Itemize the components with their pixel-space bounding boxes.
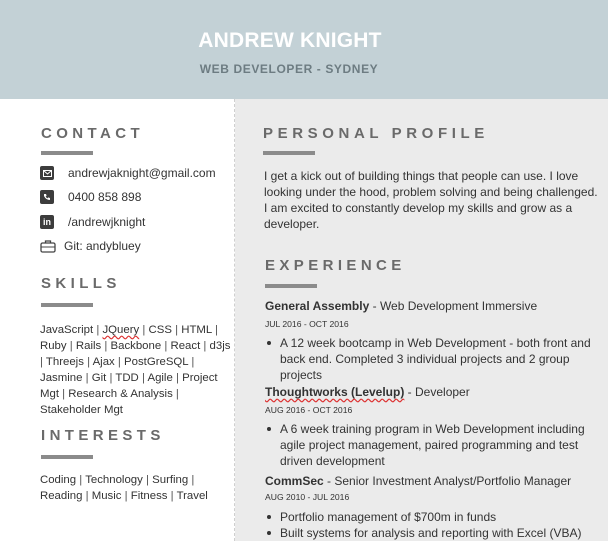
interests-heading-bar xyxy=(41,455,93,459)
tag-item: Coding xyxy=(40,474,77,486)
tag-item: Music xyxy=(91,490,122,502)
tag-item: Jasmine xyxy=(40,372,83,384)
job-date: AUG 2016 - OCT 2016 xyxy=(265,405,353,415)
tag-item: CSS xyxy=(148,324,172,336)
tag-separator: | xyxy=(142,474,153,486)
tag-separator: | xyxy=(82,490,92,502)
tag-item: TDD xyxy=(115,372,139,384)
tag-item: Agile xyxy=(147,372,173,384)
tag-item: d3js xyxy=(209,340,231,352)
job-role: - Senior Investment Analyst/Portfolio Ma… xyxy=(323,474,572,488)
job-title: Thoughtworks (Levelup) - Developer xyxy=(265,385,470,399)
tag-separator: | xyxy=(211,324,218,336)
job-date: AUG 2010 - JUL 2016 xyxy=(265,492,350,502)
phone-icon xyxy=(40,190,54,204)
tag-separator: | xyxy=(188,474,195,486)
job-bullets: A 6 week training program in Web Develop… xyxy=(265,421,595,469)
tag-separator: | xyxy=(188,356,195,368)
job-role: - Web Development Immersive xyxy=(369,299,538,313)
contact-heading: CONTACT xyxy=(41,125,145,142)
tag-item: Stakeholder Mgt xyxy=(40,404,123,416)
profile-text: I get a kick out of building things that… xyxy=(264,169,598,231)
contact-phone[interactable]: 0400 858 898 xyxy=(40,190,141,204)
experience-heading-bar xyxy=(265,284,317,288)
envelope-icon xyxy=(40,166,54,180)
skills-list: JavaScript | JQuery | CSS | HTML | Ruby … xyxy=(40,322,236,418)
person-name: ANDREW KNIGHT xyxy=(198,29,382,52)
skills-heading-bar xyxy=(41,303,93,307)
profile-heading-bar xyxy=(263,151,315,155)
tag-separator: | xyxy=(83,356,93,368)
tag-item: Research & Analysis xyxy=(68,388,173,400)
tag-item: Fitness xyxy=(130,490,168,502)
linkedin-icon: in xyxy=(40,215,54,229)
tag-item: Ajax xyxy=(92,356,115,368)
briefcase-icon xyxy=(40,239,56,253)
job-bullet: A 6 week training program in Web Develop… xyxy=(265,421,595,469)
job-date: JUL 2016 - OCT 2016 xyxy=(265,319,349,329)
job-bullets: A 12 week bootcamp in Web Development - … xyxy=(265,335,595,383)
tag-item: Surfing xyxy=(152,474,189,486)
tag-separator: | xyxy=(167,490,177,502)
contact-linkedin[interactable]: in /andrewjknight xyxy=(40,215,145,229)
tag-separator: | xyxy=(76,474,86,486)
interests-list: Coding | Technology | Surfing | Reading … xyxy=(40,472,220,504)
contact-heading-bar xyxy=(41,151,93,155)
job-title: CommSec - Senior Investment Analyst/Port… xyxy=(265,474,571,488)
skills-heading: SKILLS xyxy=(41,275,121,292)
profile-heading: PERSONAL PROFILE xyxy=(263,125,489,142)
tag-separator: | xyxy=(66,340,76,352)
tag-item: Backbone xyxy=(110,340,162,352)
tag-item: Technology xyxy=(85,474,143,486)
tag-separator: | xyxy=(139,324,149,336)
job-title: General Assembly - Web Development Immer… xyxy=(265,299,537,313)
git-text: Git: andybluey xyxy=(64,239,141,253)
phone-text: 0400 858 898 xyxy=(68,190,142,204)
tag-separator: | xyxy=(82,372,92,384)
job-bullet: A 12 week bootcamp in Web Development - … xyxy=(265,335,595,383)
job-bullets: Portfolio management of $700m in funds B… xyxy=(265,509,605,541)
job-company: Thoughtworks (Levelup) xyxy=(265,385,405,399)
tag-separator: | xyxy=(172,372,183,384)
tag-item: Rails xyxy=(75,340,102,352)
tag-item: React xyxy=(170,340,201,352)
contact-email[interactable]: andrewjaknight@gmail.com xyxy=(40,166,216,180)
tag-item: Travel xyxy=(176,490,208,502)
tag-separator: | xyxy=(121,490,131,502)
tag-separator: | xyxy=(101,340,111,352)
tag-separator: | xyxy=(59,388,69,400)
experience-heading: EXPERIENCE xyxy=(265,257,406,274)
job-role: - Developer xyxy=(404,385,470,399)
tag-item: HTML xyxy=(181,324,212,336)
tag-separator: | xyxy=(114,356,125,368)
tag-item: JavaScript xyxy=(40,324,94,336)
job-bullet: Built systems for analysis and reporting… xyxy=(265,525,605,541)
tag-item: Threejs xyxy=(45,356,84,368)
job-company: General Assembly xyxy=(265,299,370,313)
tag-item: Git xyxy=(91,372,107,384)
interests-heading: INTERESTS xyxy=(41,427,165,444)
tag-item: Ruby xyxy=(40,340,67,352)
job-subtitle: WEB DEVELOPER - SYDNEY xyxy=(199,62,379,76)
tag-separator: | xyxy=(172,388,179,400)
tag-separator: | xyxy=(200,340,210,352)
tag-separator: | xyxy=(106,372,116,384)
job-bullet: Portfolio management of $700m in funds xyxy=(265,509,605,525)
tag-item: JQuery xyxy=(102,324,140,336)
tag-item: Reading xyxy=(40,490,83,502)
email-text: andrewjaknight@gmail.com xyxy=(68,166,216,180)
tag-separator: | xyxy=(171,324,182,336)
resume-header: ANDREW KNIGHT WEB DEVELOPER - SYDNEY xyxy=(0,0,608,99)
linkedin-text: /andrewjknight xyxy=(68,215,146,229)
contact-git[interactable]: Git: andybluey xyxy=(40,239,141,253)
job-company: CommSec xyxy=(265,474,324,488)
tag-item: PostGreSQL xyxy=(124,356,189,368)
